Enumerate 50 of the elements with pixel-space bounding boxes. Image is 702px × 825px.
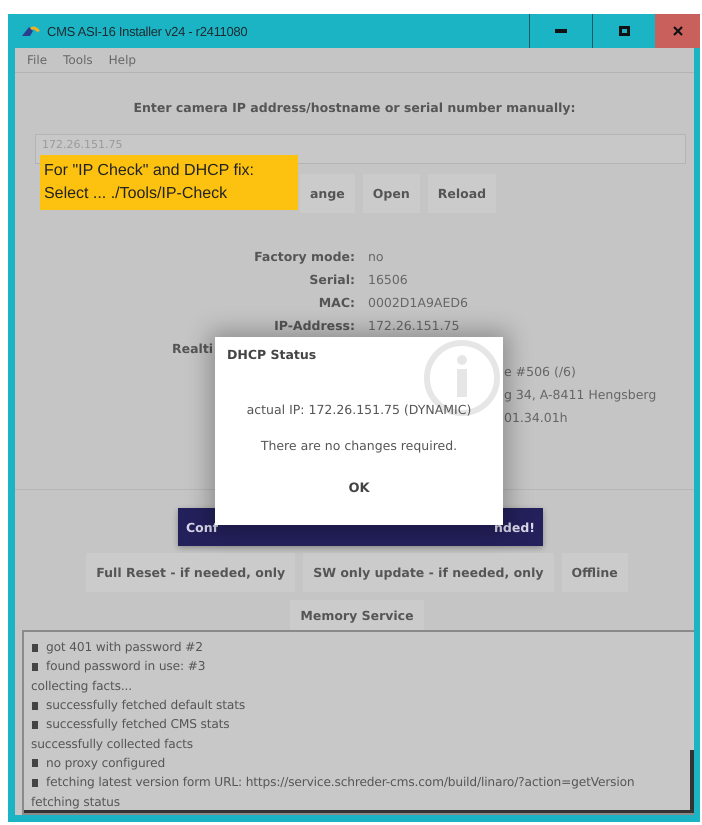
- toolbar-button[interactable]: Reload: [428, 174, 496, 213]
- memory-service-button[interactable]: Memory Service: [290, 600, 424, 630]
- menu-item[interactable]: File: [19, 53, 56, 67]
- log-line: fetching latest version form URL: https://service.schreder-cms.com/build/linaro/?action=getVersion: [31, 773, 635, 792]
- log-line: collecting facts...: [31, 678, 132, 695]
- info-value: 172.26.151.75: [368, 317, 460, 335]
- log-line: fetching status: [31, 794, 120, 811]
- info-label: Realti: [172, 340, 214, 358]
- window-title: CMS ASI-16 Installer v24 - r2411080: [47, 24, 248, 38]
- toolbar-button[interactable]: Open: [362, 174, 420, 213]
- log-line: found password in use: #3: [31, 657, 206, 677]
- info-label: MAC:: [318, 294, 355, 312]
- info-value: e #506 (/6): [504, 363, 576, 381]
- close-button[interactable]: [655, 14, 700, 48]
- menu-item[interactable]: Tools: [55, 53, 101, 67]
- action-button[interactable]: Full Reset - if needed, only: [86, 553, 296, 592]
- log-line: got 401 with password #2: [31, 638, 203, 658]
- bullet-icon: [32, 778, 38, 787]
- info-value: 16506: [368, 271, 408, 289]
- ok-button[interactable]: OK: [334, 473, 384, 503]
- log-line: no proxy configured: [31, 754, 166, 774]
- info-value: 0002D1A9AED6: [368, 294, 468, 312]
- maximize-icon: [618, 26, 630, 36]
- action-button[interactable]: SW only update - if needed, only: [303, 553, 554, 592]
- bullet-icon: [32, 759, 38, 768]
- annotation-note: For "IP Check" and DHCP fix: Select ... ./Tools/IP-Check: [40, 155, 298, 210]
- log-line: successfully collected facts: [31, 736, 193, 753]
- scrollbar-thumb[interactable]: [690, 750, 694, 813]
- dialog-title: DHCP Status: [227, 347, 316, 362]
- bullet-icon: [32, 662, 38, 671]
- info-value: g 34, A-8411 Hengsberg: [504, 386, 656, 404]
- log-line: successfully fetched default stats: [31, 696, 246, 716]
- info-label: IP-Address:: [274, 317, 355, 335]
- bullet-icon: [32, 720, 38, 729]
- info-label: Factory mode:: [254, 248, 355, 266]
- info-value: no: [368, 248, 384, 266]
- app-logo-icon: [21, 25, 41, 37]
- dialog-detail: There are no changes required.: [260, 438, 458, 453]
- bullet-icon: [32, 644, 38, 652]
- log-line: successfully fetched CMS stats: [31, 715, 230, 734]
- minimize-icon: [555, 29, 567, 33]
- action-button[interactable]: Offline: [562, 553, 628, 592]
- toolbar-button[interactable]: ange: [300, 174, 355, 213]
- prompt-label: Enter camera IP address/hostname or serial number manually:: [132, 99, 577, 117]
- bullet-icon: [32, 702, 38, 710]
- info-value: 01.34.01h: [504, 409, 568, 427]
- dialog-message: actual IP: 172.26.151.75 (DYNAMIC): [246, 402, 472, 417]
- info-label: Serial:: [309, 271, 355, 289]
- menu-item[interactable]: Help: [100, 53, 144, 67]
- close-icon: [672, 26, 682, 36]
